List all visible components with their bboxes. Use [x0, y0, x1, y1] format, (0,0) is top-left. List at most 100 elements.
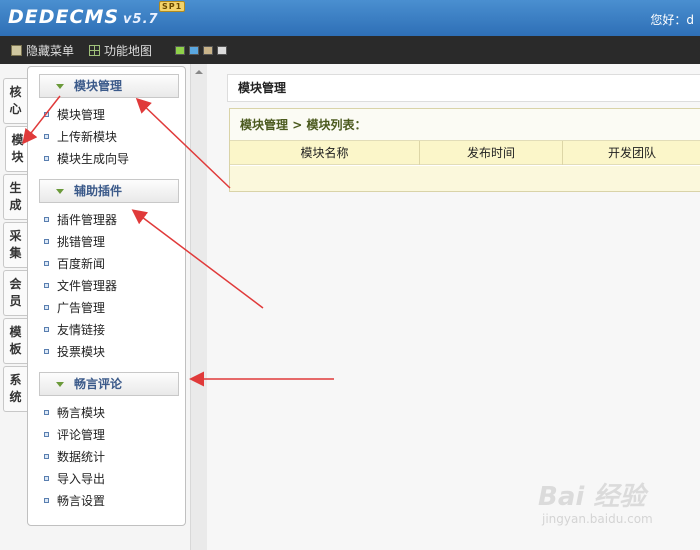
- menu-item-file-manager[interactable]: 文件管理器: [44, 277, 117, 295]
- menu-group-module-management[interactable]: 模块管理: [39, 74, 179, 98]
- bullet-icon: [44, 454, 49, 459]
- menu-item-comment-management[interactable]: 评论管理: [44, 426, 105, 444]
- bullet-icon: [44, 217, 49, 222]
- hide-menu-button[interactable]: 隐藏菜单: [11, 42, 74, 59]
- menu-item-label: 投票模块: [57, 345, 106, 359]
- watermark-brand: Bai 经验: [538, 482, 646, 512]
- menu-item-label: 挑错管理: [57, 235, 106, 249]
- menu-group-changyan-comments[interactable]: 畅言评论: [39, 372, 179, 396]
- expand-triangle-icon: [56, 382, 64, 387]
- menu-item-module-management[interactable]: 模块管理: [44, 106, 105, 124]
- tab-core-label: 核心: [9, 85, 22, 116]
- dedecms-logo[interactable]: DEDECMS v5.7 SP1: [8, 1, 186, 28]
- menu-item-label: 导入导出: [57, 472, 106, 486]
- bullet-icon: [44, 349, 49, 354]
- page-title: 模块管理: [227, 74, 700, 102]
- bullet-icon: [44, 239, 49, 244]
- app-header: DEDECMS v5.7 SP1 您好：d: [0, 0, 700, 36]
- version-badge: SP1: [159, 1, 186, 12]
- bullet-icon: [44, 261, 49, 266]
- site-map-button[interactable]: 功能地图: [89, 42, 152, 59]
- tab-generate-label: 生成: [9, 181, 22, 212]
- column-dev-team[interactable]: 开发团队: [563, 141, 700, 165]
- bullet-icon: [44, 476, 49, 481]
- table-header: 模块名称 发布时间 开发团队: [230, 141, 700, 165]
- site-map-label: 功能地图: [104, 44, 153, 58]
- tab-module-label: 模块: [11, 133, 24, 164]
- breadcrumb-module-list[interactable]: 模块列表：: [306, 118, 366, 132]
- bullet-icon: [44, 305, 49, 310]
- bullet-icon: [44, 327, 49, 332]
- menu-item-friend-links[interactable]: 友情链接: [44, 321, 105, 339]
- hide-menu-icon: [11, 45, 22, 56]
- menu-item-plugin-manager[interactable]: 插件管理器: [44, 211, 117, 229]
- bullet-icon: [44, 410, 49, 415]
- menu-item-label: 上传新模块: [57, 130, 118, 144]
- breadcrumb-module-management[interactable]: 模块管理: [240, 118, 288, 132]
- menu-item-label: 百度新闻: [57, 257, 106, 271]
- menu-item-label: 友情链接: [57, 323, 106, 337]
- menu-item-data-statistics[interactable]: 数据统计: [44, 448, 105, 466]
- bullet-icon: [44, 134, 49, 139]
- menu-item-error-report[interactable]: 挑错管理: [44, 233, 105, 251]
- menu-item-label: 广告管理: [57, 301, 106, 315]
- tab-system-label: 系统: [9, 373, 22, 404]
- tab-collect[interactable]: 采集: [3, 222, 27, 268]
- group-title-label: 模块管理: [74, 79, 123, 93]
- menu-item-vote-module[interactable]: 投票模块: [44, 343, 105, 361]
- tab-core[interactable]: 核心: [3, 78, 27, 124]
- tab-module[interactable]: 模块: [5, 126, 29, 172]
- bullet-icon: [44, 498, 49, 503]
- tab-system[interactable]: 系统: [3, 366, 27, 412]
- menu-group-plugins[interactable]: 辅助插件: [39, 179, 179, 203]
- top-toolbar: 隐藏菜单 功能地图: [0, 36, 700, 64]
- tab-generate[interactable]: 生成: [3, 174, 27, 220]
- menu-item-import-export[interactable]: 导入导出: [44, 470, 105, 488]
- skin-swatch-green[interactable]: [175, 46, 185, 55]
- tab-member-label: 会员: [9, 277, 22, 308]
- menu-item-module-wizard[interactable]: 模块生成向导: [44, 150, 129, 168]
- menu-item-changyan-module[interactable]: 畅言模块: [44, 404, 105, 422]
- skin-swatch-blue[interactable]: [189, 46, 199, 55]
- version-label: v5.7: [123, 12, 159, 27]
- bullet-icon: [44, 283, 49, 288]
- group-title-label: 辅助插件: [74, 184, 123, 198]
- tab-member[interactable]: 会员: [3, 270, 27, 316]
- menu-item-label: 模块管理: [57, 108, 106, 122]
- skin-swatch-gray[interactable]: [217, 46, 227, 55]
- menu-item-label: 数据统计: [57, 450, 106, 464]
- bullet-icon: [44, 432, 49, 437]
- expand-triangle-icon: [56, 189, 64, 194]
- menu-item-label: 评论管理: [57, 428, 106, 442]
- group-title-label: 畅言评论: [74, 377, 123, 391]
- tab-template[interactable]: 模板: [3, 318, 27, 364]
- breadcrumb-separator: >: [292, 118, 303, 132]
- watermark-url: jingyan.baidu.com: [542, 512, 653, 526]
- tab-collect-label: 采集: [9, 229, 22, 260]
- tab-template-label: 模板: [9, 325, 22, 356]
- menu-item-label: 文件管理器: [57, 279, 118, 293]
- expand-triangle-icon: [56, 84, 64, 89]
- menu-item-baidu-news[interactable]: 百度新闻: [44, 255, 105, 273]
- menu-item-label: 畅言模块: [57, 406, 106, 420]
- bullet-icon: [44, 156, 49, 161]
- column-module-name[interactable]: 模块名称: [230, 141, 420, 165]
- menu-item-label: 插件管理器: [57, 213, 118, 227]
- sidebar-scrollbar[interactable]: [190, 64, 207, 550]
- menu-item-changyan-settings[interactable]: 畅言设置: [44, 492, 105, 510]
- menu-item-upload-module[interactable]: 上传新模块: [44, 128, 117, 146]
- module-menu-panel: 模块管理 模块管理 上传新模块 模块生成向导 辅助插件 插件管理器 挑错管理 百…: [27, 66, 186, 526]
- grid-map-icon: [89, 45, 100, 56]
- baidu-jingyan-watermark: Bai 经验 jingyan.baidu.com: [538, 476, 688, 536]
- column-publish-time[interactable]: 发布时间: [420, 141, 563, 165]
- side-tab-bar: 核心 模块 生成 采集 会员 模板 系统: [0, 64, 29, 550]
- menu-item-label: 畅言设置: [57, 494, 106, 508]
- breadcrumb: 模块管理 > 模块列表：: [230, 109, 700, 141]
- scroll-up-icon[interactable]: [195, 70, 203, 74]
- logo-text: DEDECMS: [8, 6, 120, 28]
- menu-item-label: 模块生成向导: [57, 152, 130, 166]
- menu-item-ad-manager[interactable]: 广告管理: [44, 299, 105, 317]
- user-greeting: 您好：d: [650, 13, 694, 27]
- skin-swatch-tan[interactable]: [203, 46, 213, 55]
- bullet-icon: [44, 112, 49, 117]
